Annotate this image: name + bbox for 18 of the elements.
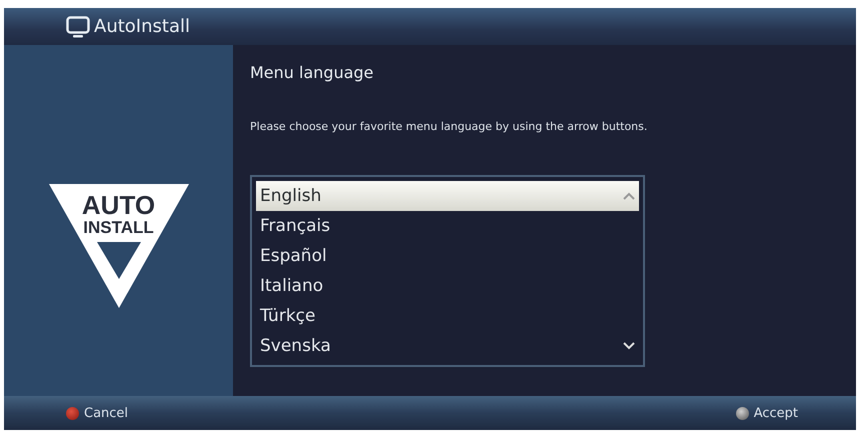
scroll-down-icon bbox=[623, 342, 635, 350]
scroll-up-icon bbox=[623, 192, 635, 200]
cancel-button[interactable]: Cancel bbox=[66, 406, 128, 420]
section-heading: Menu language bbox=[250, 63, 375, 82]
logo-text: INSTALL bbox=[82, 218, 155, 236]
remote-key-icon bbox=[66, 406, 79, 420]
language-item[interactable]: Italiano bbox=[256, 271, 639, 301]
logo-text: AUTO bbox=[80, 192, 156, 218]
instruction-text: Please choose your favorite menu language by using the arrow buttons. bbox=[250, 120, 648, 133]
language-item[interactable]: Français bbox=[256, 211, 639, 241]
language-item[interactable]: English bbox=[256, 181, 639, 211]
language-item[interactable]: Türkçe bbox=[256, 301, 639, 331]
language-item[interactable]: Svenska bbox=[256, 331, 639, 361]
tv-icon bbox=[66, 16, 90, 38]
window-title: AutoInstall bbox=[94, 16, 190, 37]
accept-button[interactable]: Accept bbox=[736, 406, 798, 420]
ok-key-icon bbox=[736, 406, 749, 420]
language-item[interactable]: Español bbox=[256, 241, 639, 271]
